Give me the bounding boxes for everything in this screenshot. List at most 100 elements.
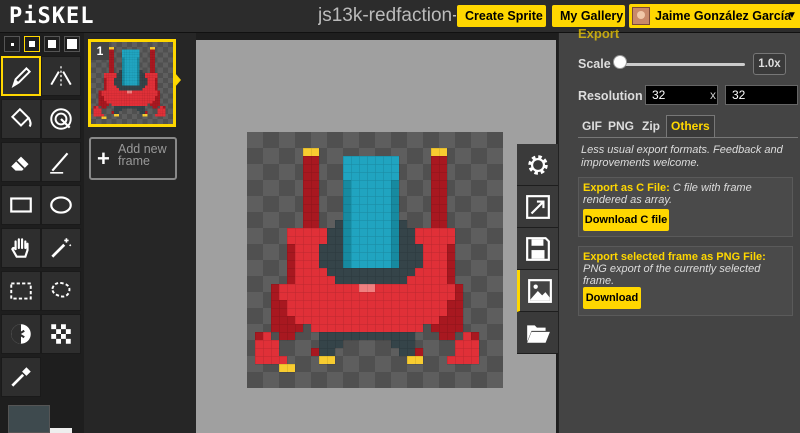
- sprite-pixel: [108, 59, 112, 63]
- pencil-icon: [11, 67, 32, 88]
- sprite-pixel: [374, 323, 384, 333]
- settings-tab[interactable]: [517, 144, 559, 186]
- sprite-pixel: [366, 267, 376, 277]
- transparent-background-cell: [407, 164, 423, 180]
- sprite-pixel: [103, 100, 107, 104]
- tab-gif[interactable]: GIF: [578, 115, 606, 137]
- sprite-pixel: [398, 331, 408, 341]
- sprite-pixel: [366, 283, 376, 293]
- download-c-file-button[interactable]: Download C file: [583, 209, 669, 231]
- transparent-background-cell: [162, 62, 168, 68]
- lighten-tool[interactable]: [1, 314, 41, 354]
- pen-tool[interactable]: [1, 56, 41, 96]
- pen-size-4-option[interactable]: [64, 36, 80, 52]
- lasso-selection-tool[interactable]: [41, 271, 81, 311]
- transparent-background-cell: [327, 196, 343, 212]
- sprite-pixel: [398, 307, 408, 317]
- sprite-pixel: [98, 103, 102, 107]
- sprite-pixel: [334, 259, 344, 269]
- sprite-pixel: [278, 323, 288, 333]
- sprite-pixel: [147, 100, 151, 104]
- transparent-background-cell: [439, 132, 455, 148]
- sprite-pixel: [103, 90, 107, 94]
- export-tab[interactable]: [517, 270, 559, 312]
- sprite-pixel: [131, 80, 135, 84]
- pen-size-3-option[interactable]: [44, 36, 60, 52]
- transparent-background-cell: [359, 340, 375, 356]
- png-frame-text: PNG export of the currently selected fra…: [583, 263, 761, 287]
- sprite-pixel: [358, 243, 368, 253]
- sprite-pixel: [147, 82, 151, 86]
- add-frame-button[interactable]: + Add new frame: [89, 137, 177, 180]
- sprite-pixel: [358, 155, 368, 165]
- sprite-pixel: [430, 307, 440, 317]
- sprite-pixel: [126, 80, 130, 84]
- paint-same-color-tool[interactable]: [41, 99, 81, 139]
- sprite-pixel: [326, 267, 336, 277]
- save-tab[interactable]: [517, 228, 559, 270]
- sprite-pixel: [108, 88, 112, 91]
- resolution-height-input[interactable]: 32: [725, 85, 798, 105]
- sprite-pixel: [310, 259, 320, 269]
- create-sprite-button[interactable]: Create Sprite: [457, 5, 546, 27]
- primary-color-swatch[interactable]: [8, 405, 50, 433]
- sprite-pixel: [147, 75, 151, 78]
- user-menu[interactable]: Jaime González García ▼: [629, 4, 800, 28]
- scale-slider[interactable]: [619, 63, 745, 66]
- sprite-pixel: [131, 95, 135, 99]
- sprite-pixel: [334, 315, 344, 325]
- transparent-background-cell: [157, 52, 163, 58]
- tab-png[interactable]: PNG: [604, 115, 638, 137]
- transparent-background-cell: [263, 164, 279, 180]
- sprite-pixel: [422, 243, 432, 253]
- circle-tool[interactable]: [41, 185, 81, 225]
- transparent-background-cell: [111, 42, 117, 48]
- piskel-logo[interactable]: PiSKEL: [9, 4, 94, 29]
- sprite-pixel: [152, 70, 156, 73]
- download-png-frame-button[interactable]: Download: [583, 287, 641, 309]
- sprite-pixel: [286, 243, 296, 253]
- shape-selection-tool[interactable]: [41, 228, 81, 268]
- magic-wand-icon: [51, 238, 72, 258]
- sprite-pixel: [101, 90, 104, 94]
- frame-thumbnail[interactable]: 1: [88, 39, 176, 127]
- resolution-width-input[interactable]: 32: [645, 85, 718, 105]
- sprite-pixel: [430, 299, 440, 309]
- sprite-pixel: [129, 95, 133, 99]
- sprite-canvas[interactable]: [247, 132, 503, 388]
- transparent-background-cell: [116, 42, 122, 48]
- sprite-pixel: [137, 80, 140, 84]
- resize-tab[interactable]: [517, 186, 559, 228]
- sprite-pixel: [134, 85, 138, 89]
- sprite-pixel: [108, 82, 112, 86]
- sprite-pixel: [414, 347, 424, 357]
- sprite-pixel: [108, 80, 112, 84]
- secondary-color-swatch[interactable]: [50, 428, 72, 433]
- tab-others[interactable]: Others: [666, 115, 715, 137]
- eraser-tool[interactable]: [1, 142, 41, 182]
- sprite-pixel: [334, 283, 344, 293]
- rectangle-selection-tool[interactable]: [1, 271, 41, 311]
- dithering-tool[interactable]: [41, 314, 81, 354]
- pen-size-2-option[interactable]: [24, 36, 40, 52]
- sprite-pixel: [124, 52, 127, 55]
- tab-zip[interactable]: Zip: [638, 115, 664, 137]
- sprite-pixel: [270, 339, 280, 349]
- pen-size-1-option[interactable]: [4, 36, 20, 52]
- transparent-background-cell: [439, 340, 455, 356]
- sprite-pixel: [430, 195, 440, 205]
- sprite-pixel: [382, 291, 392, 301]
- import-tab[interactable]: [517, 312, 559, 354]
- sprite-pixel: [126, 93, 130, 96]
- drawing-area[interactable]: [196, 40, 556, 433]
- rectangle-tool[interactable]: [1, 185, 41, 225]
- color-picker-tool[interactable]: [1, 357, 41, 397]
- sprite-pixel: [342, 275, 352, 285]
- sprite-pixel: [119, 95, 122, 99]
- paint-bucket-tool[interactable]: [1, 99, 41, 139]
- stroke-tool[interactable]: [41, 142, 81, 182]
- scale-slider-handle[interactable]: [613, 55, 627, 69]
- move-tool[interactable]: [1, 228, 41, 268]
- mirror-pen-tool[interactable]: [41, 56, 81, 96]
- my-gallery-button[interactable]: My Gallery: [552, 5, 625, 27]
